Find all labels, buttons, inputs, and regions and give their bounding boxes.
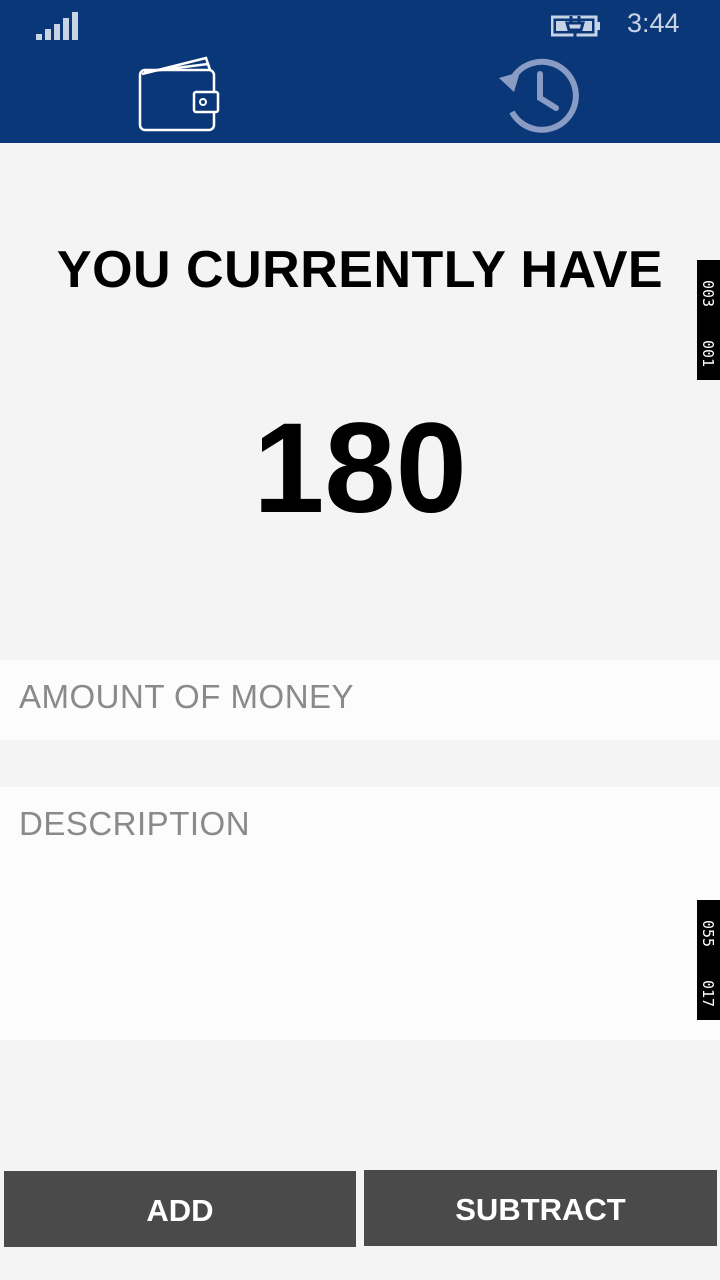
balance-heading: YOU CURRENTLY HAVE <box>56 241 664 299</box>
signal-bars-icon <box>36 12 80 40</box>
wallet-icon[interactable] <box>136 54 222 136</box>
status-bar: 3:44 <box>0 0 720 50</box>
battery-charging-icon <box>551 15 600 37</box>
top-nav <box>0 50 720 143</box>
debug-marker-top: 003 001 <box>697 260 720 380</box>
subtract-button[interactable]: SUBTRACT <box>364 1170 717 1246</box>
clock-time: 3:44 <box>627 8 680 38</box>
description-placeholder: DESCRIPTION <box>19 805 251 842</box>
description-input[interactable]: DESCRIPTION <box>0 787 720 1040</box>
add-button[interactable]: ADD <box>4 1171 356 1247</box>
debug-marker-bottom: 055 017 <box>697 900 720 1020</box>
balance-value: 180 <box>253 397 467 540</box>
amount-input[interactable]: AMOUNT OF MONEY <box>0 660 720 740</box>
amount-placeholder: AMOUNT OF MONEY <box>19 678 355 715</box>
history-icon[interactable] <box>496 54 582 136</box>
